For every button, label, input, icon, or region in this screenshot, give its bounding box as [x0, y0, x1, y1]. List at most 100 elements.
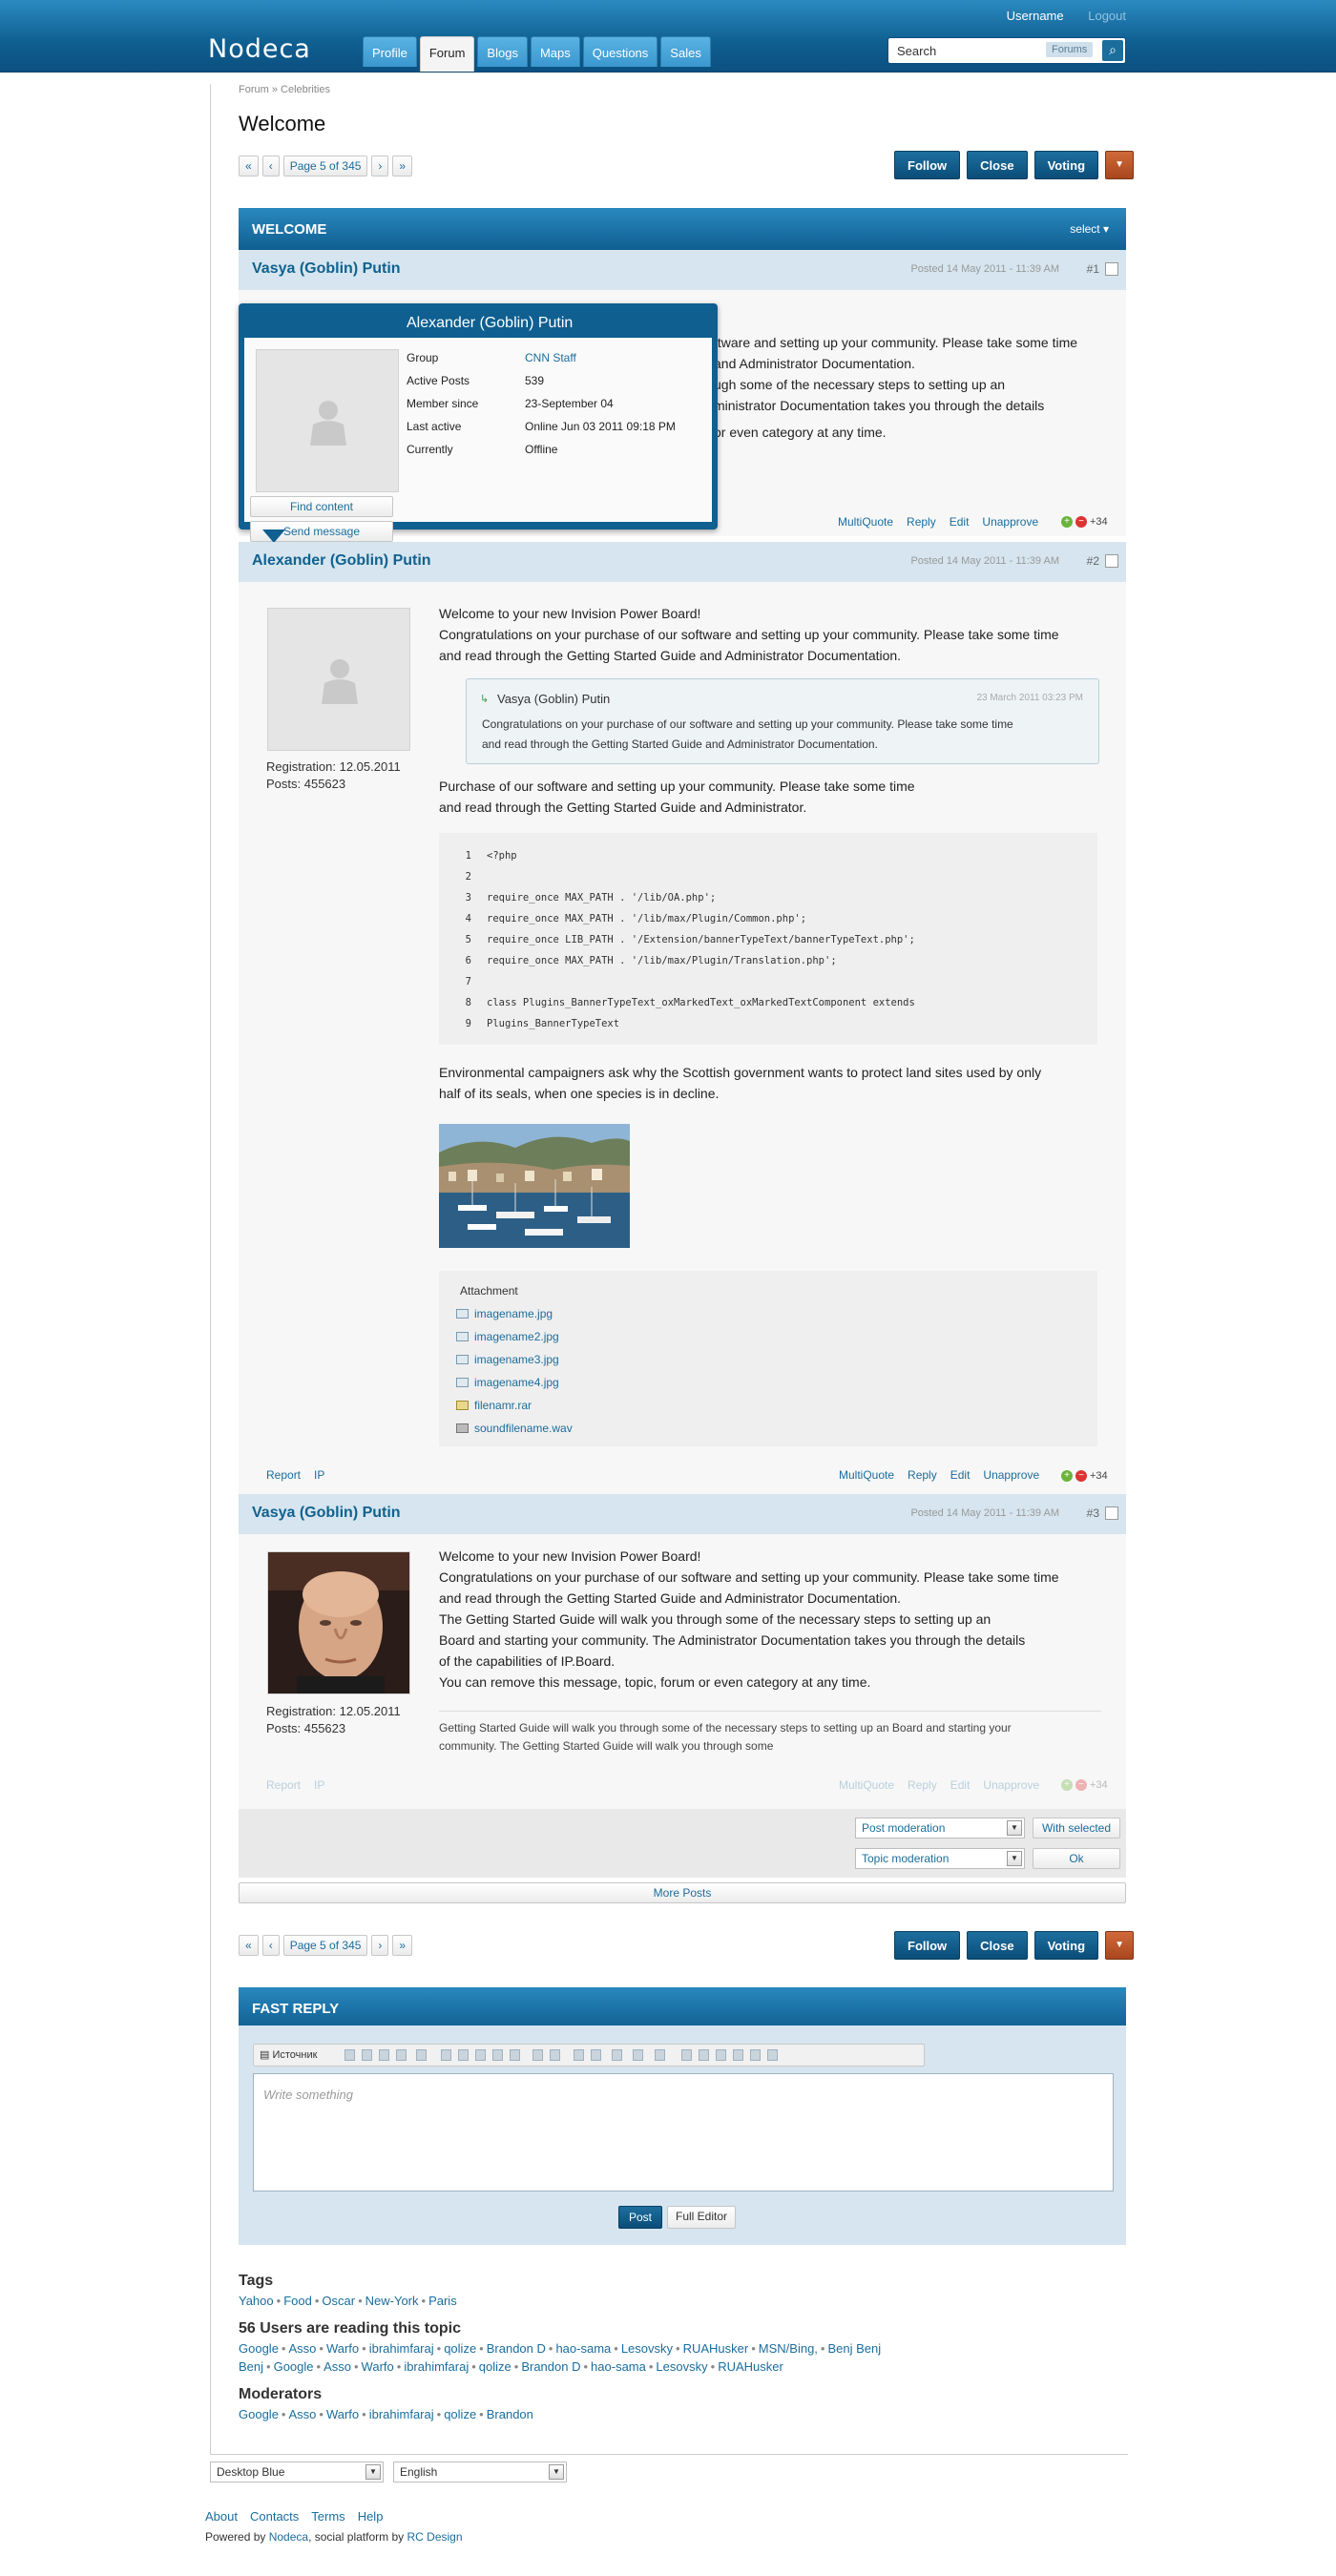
cut-icon[interactable]	[441, 2049, 451, 2061]
logout-link[interactable]: Logout	[1088, 9, 1126, 23]
reply-link[interactable]: Reply	[907, 515, 936, 529]
full-editor-button[interactable]: Full Editor	[667, 2206, 736, 2229]
user-tag-link[interactable]: ibrahimfaraj	[369, 2341, 434, 2356]
user-tag-link[interactable]: ibrahimfaraj	[369, 2407, 434, 2421]
user-tag-link[interactable]: MSN/Bing,	[759, 2341, 818, 2356]
post-button[interactable]: Post	[618, 2206, 663, 2229]
paste-word-icon[interactable]	[510, 2049, 520, 2061]
chevron-down-icon[interactable]: ▼	[365, 2464, 381, 2480]
user-tag-link[interactable]: Asso	[288, 2341, 316, 2356]
undo-icon[interactable]	[532, 2049, 543, 2061]
nodeca-link[interactable]: Nodeca	[269, 2530, 308, 2544]
radio-icon[interactable]	[716, 2049, 726, 2061]
user-tag-link[interactable]: Warfo	[362, 2359, 394, 2374]
report-link[interactable]: Report	[266, 1778, 301, 1792]
close-button[interactable]: Close	[967, 151, 1028, 179]
user-tag-link[interactable]: Warfo	[326, 2341, 359, 2356]
attachment-link[interactable]: imagename3.jpg	[474, 1353, 559, 1366]
checkbox-icon[interactable]	[699, 2049, 709, 2061]
find-icon[interactable]	[574, 2049, 584, 2061]
multiquote-link[interactable]: MultiQuote	[839, 1468, 894, 1482]
username-link[interactable]: Username	[1007, 9, 1064, 23]
post-author[interactable]: Vasya (Goblin) Putin	[252, 1505, 401, 1522]
paste-text-icon[interactable]	[492, 2049, 503, 2061]
user-tag-link[interactable]: qolize	[479, 2359, 511, 2374]
voting-button[interactable]: Voting	[1033, 1931, 1099, 1960]
user-tag-link[interactable]: Google	[239, 2407, 279, 2421]
user-tag-link[interactable]: RUAHusker	[718, 2359, 783, 2374]
with-selected-button[interactable]: With selected	[1033, 1818, 1120, 1839]
vote-down-icon[interactable]: −	[1075, 1470, 1087, 1482]
user-tag-link[interactable]: Food	[283, 2294, 312, 2308]
pager-next[interactable]: ›	[371, 1935, 389, 1956]
vote-down-icon[interactable]: −	[1075, 516, 1087, 528]
reply-link[interactable]: Reply	[908, 1778, 937, 1792]
ok-button[interactable]: Ok	[1033, 1848, 1120, 1869]
tab-profile[interactable]: Profile	[363, 36, 417, 67]
ip-link[interactable]: IP	[314, 1468, 324, 1482]
print-icon[interactable]	[396, 2049, 407, 2061]
user-tag-link[interactable]: Asso	[324, 2359, 351, 2374]
spellcheck-menu-icon[interactable]	[655, 2049, 665, 2061]
voting-button[interactable]: Voting	[1033, 151, 1099, 179]
templates-icon[interactable]	[416, 2049, 427, 2061]
attachment-item[interactable]: imagename3.jpg	[456, 1353, 559, 1366]
user-tag-link[interactable]: New-York	[365, 2294, 419, 2308]
chevron-down-icon[interactable]: ▼	[1007, 1851, 1022, 1866]
new-page-icon[interactable]	[362, 2049, 372, 2061]
topic-moderation-select[interactable]: Topic moderation ▼	[855, 1848, 1025, 1869]
vote-down-icon[interactable]: −	[1075, 1779, 1087, 1791]
pager-label[interactable]: Page 5 of 345	[282, 1935, 368, 1956]
post-number[interactable]: #1	[1087, 262, 1099, 276]
user-tag-link[interactable]: Lesovsky	[621, 2341, 673, 2356]
vote-up-icon[interactable]: +	[1061, 1779, 1073, 1791]
textfield-icon[interactable]	[733, 2049, 743, 2061]
pager-label[interactable]: Page 5 of 345	[282, 156, 368, 177]
post-select-checkbox[interactable]	[1105, 1506, 1118, 1520]
replace-icon[interactable]	[591, 2049, 601, 2061]
attachment-link[interactable]: imagename2.jpg	[474, 1330, 559, 1343]
attachment-item[interactable]: soundfilename.wav	[456, 1422, 573, 1435]
user-tag-link[interactable]: Lesovsky	[656, 2359, 707, 2374]
user-tag-link[interactable]: Google	[274, 2359, 314, 2374]
attachment-link[interactable]: imagename4.jpg	[474, 1376, 559, 1389]
voting-dropdown-icon[interactable]: ▼	[1105, 151, 1135, 179]
vote-up-icon[interactable]: +	[1061, 516, 1073, 528]
redo-icon[interactable]	[550, 2049, 560, 2061]
popup-name[interactable]: Alexander (Goblin) Putin	[407, 315, 573, 332]
user-tag-link[interactable]: RUAHusker	[683, 2341, 749, 2356]
edit-link[interactable]: Edit	[950, 515, 970, 529]
textarea-icon[interactable]	[750, 2049, 761, 2061]
attachment-item[interactable]: imagename2.jpg	[456, 1330, 559, 1343]
about-link[interactable]: About	[205, 2509, 238, 2524]
skin-select[interactable]: Desktop Blue ▼	[210, 2462, 384, 2483]
logo[interactable]: Nodeca	[208, 34, 311, 64]
attachment-link[interactable]: soundfilename.wav	[474, 1422, 573, 1435]
breadcrumb[interactable]: Forum » Celebrities	[239, 84, 330, 95]
chevron-down-icon[interactable]: ▼	[549, 2464, 564, 2480]
user-tag-link[interactable]: qolize	[444, 2341, 476, 2356]
help-link[interactable]: Help	[358, 2509, 384, 2524]
user-tag-link[interactable]: Brandon D	[487, 2341, 546, 2356]
pager-prev[interactable]: ‹	[261, 156, 280, 177]
terms-link[interactable]: Terms	[311, 2509, 344, 2524]
search-scope[interactable]: Forums	[1046, 42, 1094, 57]
report-link[interactable]: Report	[266, 1468, 301, 1482]
tab-questions[interactable]: Questions	[582, 36, 658, 67]
pager-first[interactable]: «	[239, 1935, 259, 1956]
unapprove-link[interactable]: Unapprove	[983, 1468, 1039, 1482]
select-dropdown[interactable]: select ▾	[1070, 222, 1109, 236]
pager-prev[interactable]: ‹	[261, 1935, 280, 1956]
attachment-link[interactable]: imagename.jpg	[474, 1307, 553, 1320]
post-select-checkbox[interactable]	[1105, 554, 1118, 568]
voting-dropdown-icon[interactable]: ▼	[1105, 1931, 1135, 1960]
user-tag-link[interactable]: Asso	[288, 2407, 316, 2421]
pager-last[interactable]: »	[392, 1935, 413, 1956]
tab-forum[interactable]: Forum	[419, 36, 475, 72]
more-posts-button[interactable]: More Posts	[239, 1882, 1126, 1903]
contacts-link[interactable]: Contacts	[250, 2509, 299, 2524]
find-content-button[interactable]: Find content	[250, 496, 393, 517]
spellcheck-icon[interactable]	[633, 2049, 643, 2061]
source-button[interactable]: ▤ Источник	[260, 2048, 317, 2061]
post-author[interactable]: Vasya (Goblin) Putin	[252, 260, 401, 278]
